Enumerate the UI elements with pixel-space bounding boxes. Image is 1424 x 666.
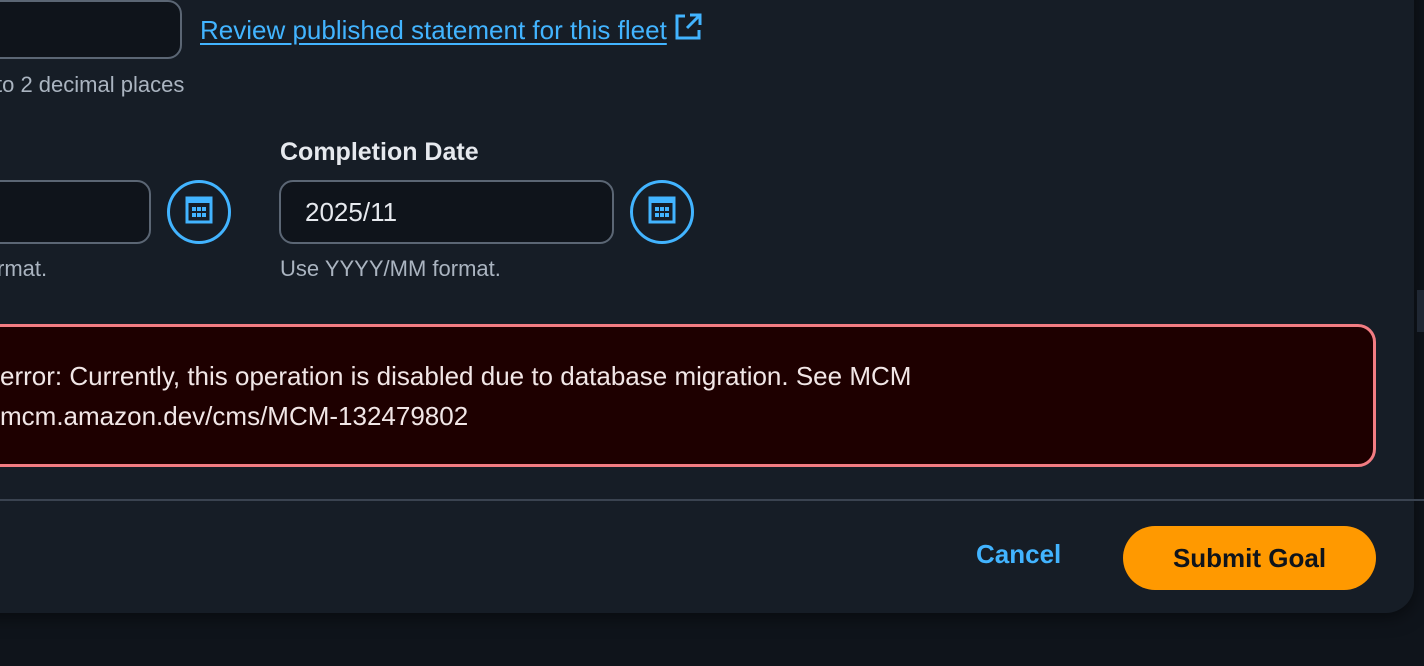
- error-message-line-1: error: Currently, this operation is disa…: [0, 361, 912, 391]
- calendar-icon: [185, 196, 213, 229]
- external-link-icon: [673, 12, 703, 49]
- completion-date-label: Completion Date: [280, 138, 479, 166]
- start-date-input[interactable]: [0, 180, 151, 244]
- footer-divider: [0, 499, 1424, 501]
- modal-edge: [1417, 290, 1424, 332]
- error-message-line-2: mcm.amazon.dev/cms/MCM-132479802: [0, 401, 469, 431]
- review-statement-link[interactable]: Review published statement for this flee…: [200, 12, 703, 49]
- completion-date-value: 2025/11: [305, 196, 398, 227]
- completion-date-calendar-button[interactable]: [630, 180, 694, 244]
- submit-goal-label: Submit Goal: [1172, 542, 1327, 573]
- completion-date-hint: Use YYYY/MM format.: [280, 256, 501, 281]
- start-date-calendar-button[interactable]: [167, 180, 231, 244]
- submit-goal-button[interactable]: Submit Goal: [1123, 526, 1376, 590]
- cancel-button[interactable]: Cancel: [976, 539, 1061, 570]
- goal-modal: [0, 0, 1414, 613]
- budget-input[interactable]: [0, 0, 182, 59]
- decimal-hint: to 2 decimal places: [0, 72, 185, 97]
- completion-date-input[interactable]: 2025/11: [279, 180, 614, 244]
- calendar-icon: [648, 196, 676, 229]
- review-statement-link-label: Review published statement for this flee…: [200, 15, 667, 45]
- start-date-hint: rmat.: [0, 256, 48, 281]
